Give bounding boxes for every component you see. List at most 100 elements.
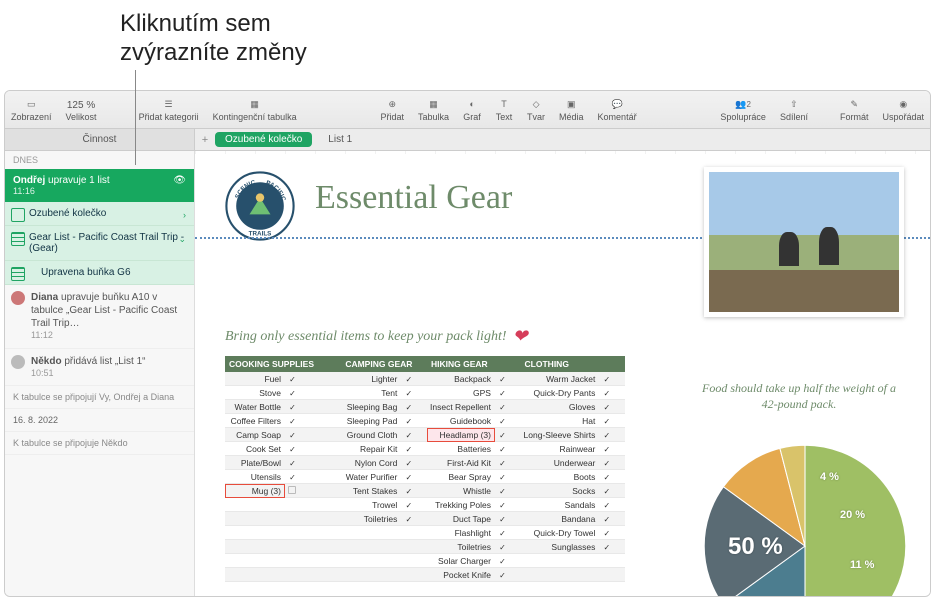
pie-chart[interactable]: 50 % 20 % 11 % 4 % (700, 441, 910, 596)
table-checkbox[interactable] (495, 568, 521, 582)
table-checkbox[interactable] (285, 512, 341, 526)
table-checkbox[interactable] (495, 372, 521, 386)
table-checkbox[interactable] (599, 526, 625, 540)
table-cell[interactable]: Boots (521, 470, 600, 484)
table-cell[interactable]: Hat (521, 414, 600, 428)
table-cell[interactable]: Lighter (341, 372, 401, 386)
table-cell[interactable]: Gloves (521, 400, 600, 414)
table-checkbox[interactable] (401, 400, 427, 414)
table-cell[interactable]: Camp Soap (225, 428, 285, 442)
chart-button[interactable]: ◐Graf (463, 97, 481, 122)
table-checkbox[interactable] (401, 512, 427, 526)
table-checkbox[interactable] (599, 372, 625, 386)
table-checkbox[interactable] (285, 442, 341, 456)
table-cell[interactable]: Flashlight (427, 526, 495, 540)
table-checkbox[interactable] (599, 568, 625, 582)
table-cell[interactable] (225, 498, 285, 512)
table-checkbox[interactable] (599, 470, 625, 484)
table-checkbox[interactable] (285, 470, 341, 484)
table-cell[interactable]: Water Purifier (341, 470, 401, 484)
table-checkbox[interactable] (401, 414, 427, 428)
add-category-button[interactable]: ☰ Přidat kategorii (139, 97, 199, 122)
pivot-button[interactable]: ▦ Kontingenční tabulka (213, 97, 297, 122)
table-checkbox[interactable] (401, 428, 427, 442)
table-cell[interactable] (225, 512, 285, 526)
table-cell[interactable]: Quick-Dry Pants (521, 386, 600, 400)
table-cell[interactable]: Fuel (225, 372, 285, 386)
table-cell[interactable]: Plate/Bowl (225, 456, 285, 470)
table-cell[interactable] (341, 568, 401, 582)
table-cell[interactable] (225, 540, 285, 554)
table-checkbox[interactable] (599, 484, 625, 498)
insert-button[interactable]: ⊕Přidat (380, 97, 404, 122)
table-checkbox[interactable] (599, 512, 625, 526)
table-cell[interactable]: Pocket Knife (427, 568, 495, 582)
table-cell[interactable]: Toiletries (341, 512, 401, 526)
table-cell[interactable] (341, 554, 401, 568)
table-cell[interactable]: Ground Cloth (341, 428, 401, 442)
table-checkbox[interactable] (401, 456, 427, 470)
document-canvas[interactable]: SCENIC PACIFIC TRAILS Essential Gear Bri… (195, 151, 930, 596)
table-checkbox[interactable] (599, 498, 625, 512)
table-cell[interactable]: Trekking Poles (427, 498, 495, 512)
hikers-photo[interactable] (704, 167, 904, 317)
table-cell[interactable]: Nylon Cord (341, 456, 401, 470)
table-cell[interactable]: Batteries (427, 442, 495, 456)
text-button[interactable]: TText (495, 97, 513, 122)
table-checkbox[interactable] (495, 484, 521, 498)
table-cell[interactable]: Utensils (225, 470, 285, 484)
table-checkbox[interactable] (285, 498, 341, 512)
table-cell[interactable]: Bandana (521, 512, 600, 526)
table-cell[interactable]: Coffee Filters (225, 414, 285, 428)
table-checkbox[interactable] (285, 386, 341, 400)
table-cell[interactable] (521, 568, 600, 582)
table-cell[interactable]: Cook Set (225, 442, 285, 456)
table-checkbox[interactable] (285, 456, 341, 470)
table-checkbox[interactable] (401, 498, 427, 512)
tab-sheet-2[interactable]: List 1 (318, 132, 362, 147)
table-cell[interactable]: Water Bottle (225, 400, 285, 414)
table-checkbox[interactable] (285, 414, 341, 428)
table-checkbox[interactable] (495, 456, 521, 470)
table-cell[interactable]: Sleeping Pad (341, 414, 401, 428)
table-checkbox[interactable] (599, 540, 625, 554)
table-checkbox[interactable] (599, 428, 625, 442)
table-checkbox[interactable] (599, 456, 625, 470)
table-checkbox[interactable] (401, 484, 427, 498)
table-checkbox[interactable] (495, 512, 521, 526)
format-button[interactable]: ✎Formát (840, 97, 869, 122)
table-cell[interactable] (225, 568, 285, 582)
organize-button[interactable]: ◉Uspořádat (882, 97, 924, 122)
table-checkbox[interactable] (401, 372, 427, 386)
table-cell[interactable]: Headlamp (3) (427, 428, 495, 442)
sidebar-item-table[interactable]: Gear List - Pacific Coast Trail Trip - (… (5, 226, 194, 261)
table-checkbox[interactable] (495, 526, 521, 540)
sidebar-activity-diana[interactable]: Diana upravuje buňku A10 v tabulce „Gear… (5, 285, 194, 349)
page-title[interactable]: Essential Gear (315, 179, 512, 217)
table-cell[interactable]: Toiletries (427, 540, 495, 554)
table-cell[interactable]: Underwear (521, 456, 600, 470)
table-cell[interactable]: Rainwear (521, 442, 600, 456)
add-sheet-button[interactable]: + (195, 134, 215, 146)
collab-button[interactable]: 👥2 Spolupráce (720, 97, 766, 122)
share-button[interactable]: ⇧Sdílení (780, 97, 808, 122)
table-checkbox[interactable] (599, 442, 625, 456)
subtitle[interactable]: Bring only essential items to keep your … (225, 326, 528, 347)
table-cell[interactable]: First-Aid Kit (427, 456, 495, 470)
table-cell[interactable]: Insect Repellent (427, 400, 495, 414)
table-checkbox[interactable] (495, 470, 521, 484)
table-checkbox[interactable] (495, 554, 521, 568)
table-cell[interactable] (225, 554, 285, 568)
view-button[interactable]: ▭ Zobrazení (11, 97, 52, 122)
gear-table[interactable]: COOKING SUPPLIESCAMPING GEARHIKING GEARC… (225, 356, 625, 582)
shape-button[interactable]: ◇Tvar (527, 97, 545, 122)
table-cell[interactable]: Tent Stakes (341, 484, 401, 498)
table-cell[interactable]: GPS (427, 386, 495, 400)
table-checkbox[interactable] (285, 526, 341, 540)
table-checkbox[interactable] (285, 484, 341, 498)
table-checkbox[interactable] (401, 442, 427, 456)
sidebar-highlight-item[interactable]: Ondřej upravuje 1 list 👁 11:16 (5, 169, 194, 202)
table-checkbox[interactable] (599, 414, 625, 428)
table-checkbox[interactable] (285, 568, 341, 582)
table-checkbox[interactable] (285, 554, 341, 568)
